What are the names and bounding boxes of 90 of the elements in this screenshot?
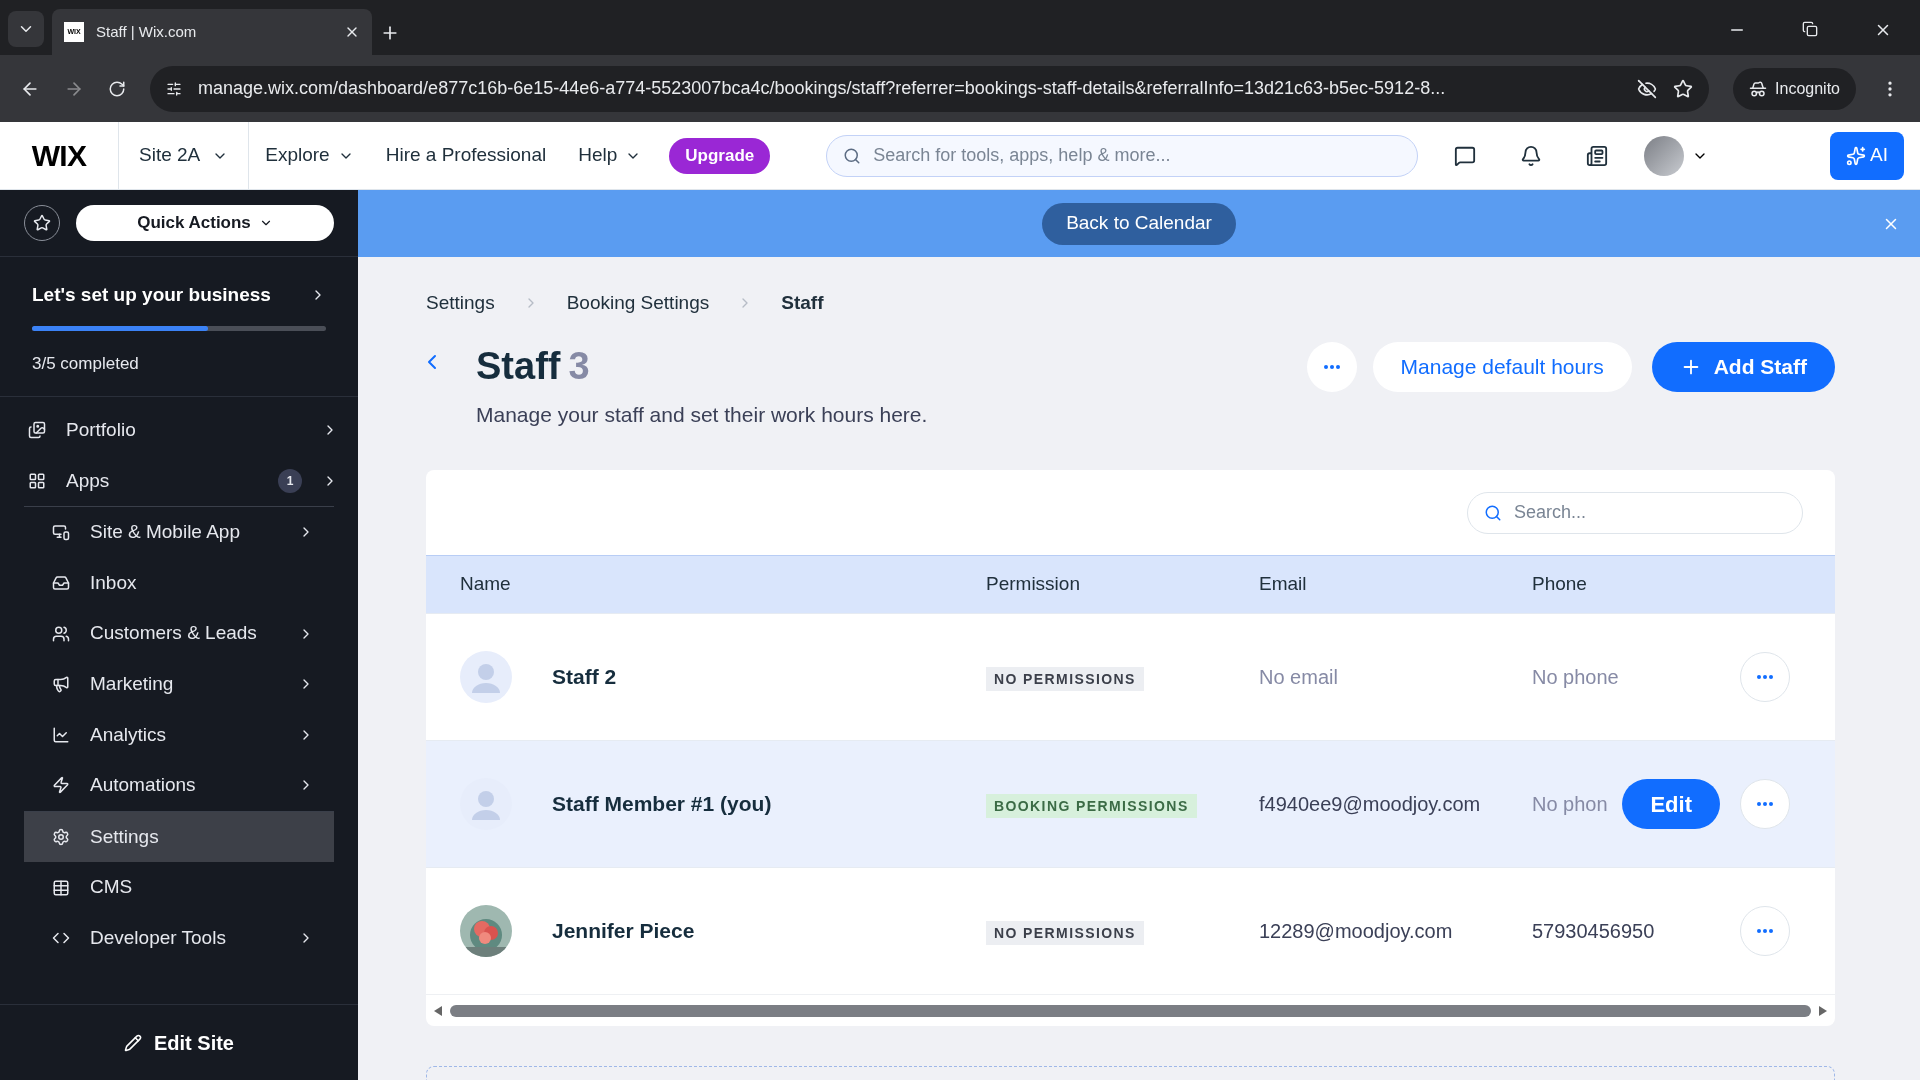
chat-icon[interactable] — [1454, 144, 1477, 167]
restore-icon[interactable] — [1802, 21, 1818, 37]
pencil-icon — [124, 1033, 142, 1052]
staff-name: Staff Member #1 (you) — [552, 791, 772, 818]
sidebar-item[interactable]: Customers & Leads — [24, 608, 334, 659]
scroll-right-icon[interactable] — [1819, 1005, 1827, 1016]
breadcrumb[interactable]: Settings — [426, 289, 495, 318]
star-icon — [33, 214, 51, 232]
sidebar-item[interactable]: Automations — [24, 760, 334, 811]
upgrade-button[interactable]: Upgrade — [669, 137, 771, 174]
eye-off-icon[interactable] — [1637, 78, 1658, 99]
staff-name: Staff 2 — [552, 664, 617, 691]
edit-site-button[interactable]: Edit Site — [124, 1027, 234, 1058]
sidebar-item[interactable]: Marketing — [24, 658, 334, 710]
scroll-left-icon[interactable] — [434, 1005, 442, 1016]
breadcrumb: Staff — [781, 291, 824, 315]
logo[interactable]: WIX — [0, 133, 118, 178]
megaphone-icon — [52, 675, 70, 694]
table-row[interactable]: Staff Member #1 (you) BOOKING PERMISSIONS f4940ee9@moodjoy.com No phon Edit — [426, 740, 1835, 867]
sparkles-icon — [1846, 145, 1867, 166]
page-title: Staff — [476, 343, 561, 389]
tab-list-button[interactable] — [8, 11, 44, 47]
column-header: Name — [459, 572, 512, 597]
manage-hours-button[interactable]: Manage default hours — [1372, 341, 1632, 392]
address-field[interactable]: manage.wix.com/dashboard/e877c16b-6e15-44e6-a774-5523007bca4c/bookings/staff?referrer=bookings-staff-details&referralInfo=13d21c63-b5ec-5912-8... — [150, 65, 1710, 112]
staff-count: 3 — [568, 343, 590, 389]
sidebar-item[interactable]: Developer Tools — [24, 912, 334, 964]
breadcrumb[interactable]: Booking Settings — [566, 289, 710, 318]
permission-tag: BOOKING PERMISSIONS — [986, 794, 1197, 818]
url-text: manage.wix.com/dashboard/e877c16b-6e15-44e6-a774-5523007bca4c/bookings/staff?referrer=bookings-staff-details&referralInfo=13d21c63-b5ec-5912-8... — [198, 77, 1447, 100]
quick-actions-button[interactable]: Quick Actions — [76, 205, 334, 241]
nav-link[interactable]: Help — [562, 141, 658, 170]
phone-text: No phon — [1532, 792, 1608, 817]
sidebar-item[interactable]: Inbox — [24, 557, 334, 609]
site-info-icon[interactable] — [166, 80, 182, 97]
devices-icon — [52, 523, 70, 542]
sidebar-item[interactable]: CMS — [24, 862, 334, 913]
avatar-icon — [460, 651, 512, 703]
search-field[interactable]: Search for tools, apps, help & more... — [826, 134, 1419, 177]
permission-tag: NO PERMISSIONS — [986, 921, 1144, 945]
sidebar-item[interactable]: Apps 1 — [0, 455, 358, 507]
incognito-icon — [1749, 79, 1768, 98]
edit-button[interactable]: Edit — [1622, 779, 1720, 829]
nav-link[interactable]: Hire a Professional — [369, 141, 563, 170]
staff-name: Jennifer Piece — [552, 918, 695, 945]
images-icon — [28, 421, 46, 440]
line-chart-icon — [52, 725, 70, 744]
notifications-icon[interactable] — [1520, 144, 1543, 167]
more-icon — [1757, 675, 1773, 679]
nav-link[interactable]: Explore — [249, 141, 370, 170]
sidebar-item[interactable]: Settings — [24, 811, 334, 863]
table-icon — [52, 878, 70, 897]
more-icon — [1757, 802, 1773, 806]
add-staff-button[interactable]: Add Staff — [1651, 341, 1835, 392]
phone-text: No phone — [1532, 665, 1619, 690]
email-text: f4940ee9@moodjoy.com — [1259, 793, 1481, 815]
bolt-icon — [52, 776, 70, 795]
avatar-icon — [1644, 135, 1685, 176]
search-input[interactable]: Search for tools, apps, help & more... — [873, 142, 1402, 169]
phone-text: 57930456950 — [1532, 919, 1655, 944]
reload-icon[interactable] — [108, 79, 126, 98]
grid-icon — [28, 471, 46, 490]
tab-title: Staff | Wix.com — [96, 21, 198, 42]
back-to-calendar-button[interactable]: Back to Calendar — [1042, 202, 1236, 245]
news-icon[interactable] — [1586, 144, 1609, 167]
count-badge: 1 — [278, 468, 302, 493]
search-input[interactable]: Search... — [1514, 499, 1786, 526]
ai-button[interactable]: AI — [1830, 131, 1904, 180]
people-icon — [52, 624, 70, 643]
email-text: 12289@moodjoy.com — [1259, 920, 1453, 942]
site-selector[interactable]: Site 2A — [118, 122, 250, 189]
column-header: Permission — [986, 572, 1081, 597]
more-icon — [1757, 929, 1773, 933]
sidebar-item[interactable]: Portfolio — [0, 405, 358, 456]
setup-title[interactable]: Let's set up your business — [32, 281, 271, 310]
progress-text: 3/5 completed — [32, 352, 140, 375]
search-icon — [843, 146, 862, 165]
search-icon — [1484, 503, 1502, 522]
column-header: Email — [1259, 572, 1308, 597]
page-subtitle: Manage your staff and set their work hours here. — [476, 401, 929, 428]
inbox-icon — [52, 574, 70, 593]
settings-icon — [52, 828, 70, 847]
more-icon — [1323, 364, 1340, 369]
sidebar-item[interactable]: Site & Mobile App — [24, 507, 334, 558]
permission-tag: NO PERMISSIONS — [986, 667, 1144, 691]
column-header: Phone — [1532, 572, 1588, 597]
profile-chip[interactable]: Incognito — [1733, 67, 1856, 110]
email-text: No email — [1259, 666, 1338, 688]
sidebar-item[interactable]: Analytics — [24, 709, 334, 761]
bookmark-icon[interactable] — [1673, 78, 1694, 99]
